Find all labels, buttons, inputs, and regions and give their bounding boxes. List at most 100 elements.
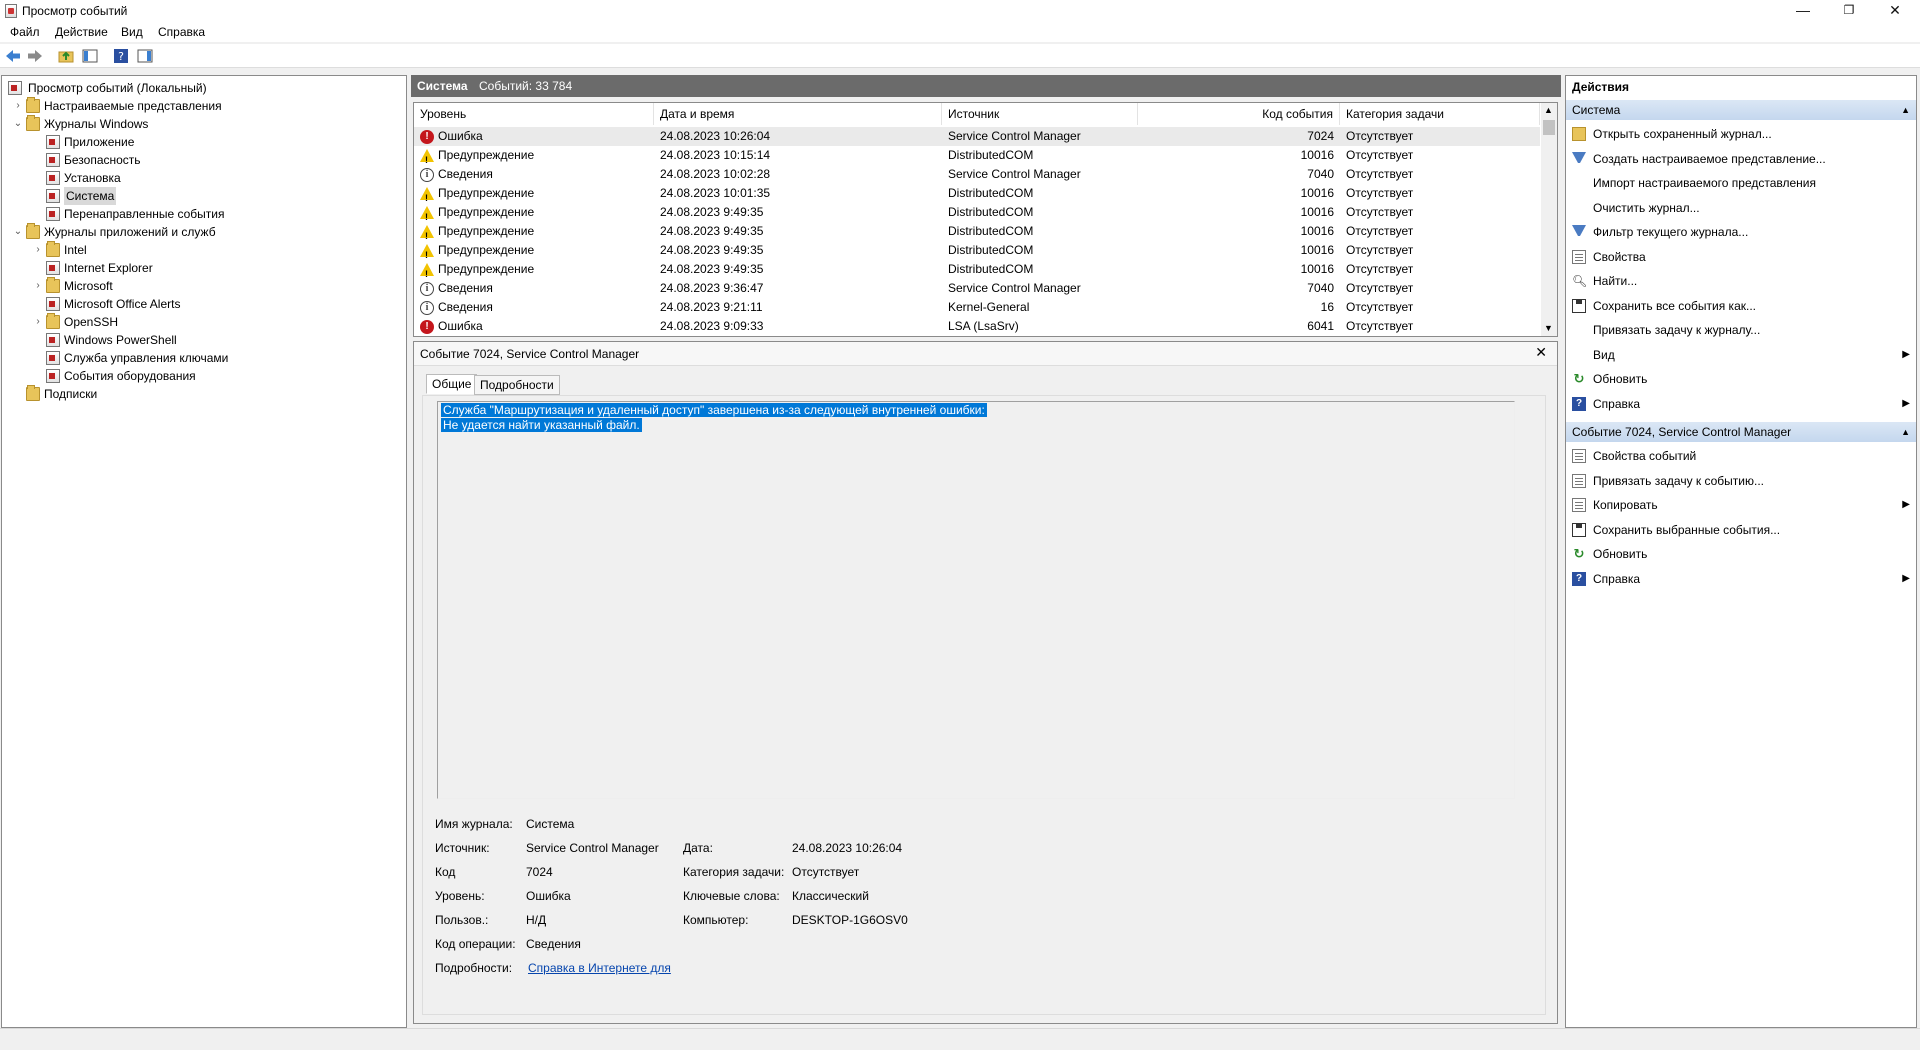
action-item-label: Импорт настраиваемого представления xyxy=(1593,176,1816,190)
event-code: 10016 xyxy=(1300,224,1334,238)
event-row[interactable]: ! Предупреждение 24.08.2023 10:15:14 Distri… xyxy=(414,146,1540,165)
event-row[interactable]: ! Предупреждение 24.08.2023 10:01:35 Distri… xyxy=(414,184,1540,203)
action-item[interactable]: Открыть сохраненный журнал... xyxy=(1566,124,1916,144)
event-row[interactable]: ! Предупреждение 24.08.2023 9:49:35 Distrib… xyxy=(414,222,1540,241)
event-level: Ошибка xyxy=(438,129,483,143)
tree-item[interactable]: События оборудования xyxy=(32,367,382,385)
tree-item[interactable]: Подписки xyxy=(12,385,382,403)
menu-action[interactable]: Действие xyxy=(55,25,108,39)
col-level[interactable]: Уровень xyxy=(414,103,654,125)
tree-item[interactable]: › OpenSSH xyxy=(32,313,382,331)
chevron-down-icon[interactable]: ⌄ xyxy=(12,223,24,241)
action-item-label: Привязать задачу к журналу... xyxy=(1593,323,1761,337)
event-row[interactable]: ! Ошибка 24.08.2023 9:09:33 LSA (LsaSrv) 604… xyxy=(414,317,1540,336)
action-item[interactable]: Привязать задачу к событию... xyxy=(1566,471,1916,491)
tree-item[interactable]: Internet Explorer xyxy=(32,259,382,277)
tree-item[interactable]: Служба управления ключами xyxy=(32,349,382,367)
events-scrollbar[interactable]: ▲ ▼ xyxy=(1541,103,1557,336)
collapse-section-icon[interactable]: ▲ xyxy=(1901,100,1910,120)
restore-button[interactable]: ❐ xyxy=(1826,0,1872,22)
tree-item[interactable]: Установка xyxy=(32,169,382,187)
folder-icon xyxy=(26,223,40,239)
event-row[interactable]: ! Предупреждение 24.08.2023 9:49:35 Distrib… xyxy=(414,260,1540,279)
col-datetime[interactable]: Дата и время xyxy=(654,103,942,125)
menu-help[interactable]: Справка xyxy=(158,25,205,39)
action-item[interactable]: Копировать ▶ xyxy=(1566,495,1916,515)
event-message-box[interactable]: Служба "Маршрутизация и удаленный доступ… xyxy=(437,401,1515,799)
event-row[interactable]: i Сведения 24.08.2023 10:02:28 Service Cont… xyxy=(414,165,1540,184)
event-level: Сведения xyxy=(438,281,493,295)
action-item[interactable]: ? Справка ▶ xyxy=(1566,394,1916,414)
save-icon xyxy=(1572,522,1586,537)
back-arrow-icon[interactable] xyxy=(5,48,21,64)
scrollbar-thumb[interactable] xyxy=(1543,120,1555,135)
tree-item[interactable]: Безопасность xyxy=(32,151,382,169)
close-window-button[interactable]: ✕ xyxy=(1872,0,1918,22)
chevron-right-icon[interactable]: › xyxy=(32,241,44,259)
action-item[interactable]: Вид ▶ xyxy=(1566,345,1916,365)
tree-item[interactable]: Приложение xyxy=(32,133,382,151)
date-label: Дата: xyxy=(683,841,713,855)
col-event-id[interactable]: Код события xyxy=(1138,103,1340,125)
tree-item[interactable]: › Microsoft xyxy=(32,277,382,295)
action-item[interactable]: Импорт настраиваемого представления xyxy=(1566,173,1916,193)
action-item[interactable]: Свойства xyxy=(1566,247,1916,267)
tree-item[interactable]: › Настраиваемые представления xyxy=(12,97,382,115)
menu-file[interactable]: Файл xyxy=(10,25,40,39)
help-icon[interactable]: ? xyxy=(113,48,129,64)
chevron-down-icon[interactable]: ⌄ xyxy=(12,115,24,133)
tree-item[interactable]: ⌄ Журналы Windows xyxy=(12,115,382,133)
action-item[interactable]: Сохранить выбранные события... xyxy=(1566,520,1916,540)
keywords-label: Ключевые слова: xyxy=(683,889,780,903)
tree-item[interactable]: Система xyxy=(32,187,382,205)
chevron-right-icon[interactable]: › xyxy=(32,277,44,295)
online-help-link[interactable]: Справка в Интернете для xyxy=(528,961,671,975)
forward-arrow-icon[interactable] xyxy=(27,48,43,64)
tree-item[interactable]: Microsoft Office Alerts xyxy=(32,295,382,313)
event-row[interactable]: i Сведения 24.08.2023 9:21:11 Kernel-Genera… xyxy=(414,298,1540,317)
col-source[interactable]: Источник xyxy=(942,103,1138,125)
chevron-right-icon[interactable]: › xyxy=(12,97,24,115)
menu-view[interactable]: Вид xyxy=(121,25,143,39)
collapse-section-icon[interactable]: ▲ xyxy=(1901,422,1910,442)
up-folder-icon[interactable] xyxy=(58,48,74,64)
event-category: Отсутствует xyxy=(1346,262,1414,276)
tree-root[interactable]: Просмотр событий (Локальный) xyxy=(6,79,396,97)
event-row[interactable]: ! Предупреждение 24.08.2023 9:49:35 Distrib… xyxy=(414,203,1540,222)
folder-icon xyxy=(26,97,40,113)
tree-item[interactable]: Перенаправленные события xyxy=(32,205,382,223)
actions-section-event[interactable]: Событие 7024, Service Control Manager ▲ xyxy=(1566,422,1916,442)
action-item[interactable]: Сохранить все события как... xyxy=(1566,296,1916,316)
show-hide-tree-icon[interactable] xyxy=(82,48,98,64)
chevron-right-icon[interactable]: › xyxy=(32,313,44,331)
task-category-label: Категория задачи: xyxy=(683,865,785,879)
minimize-button[interactable]: — xyxy=(1780,0,1826,22)
col-task-category[interactable]: Категория задачи xyxy=(1340,103,1540,125)
scroll-up-icon[interactable]: ▲ xyxy=(1544,105,1553,115)
actions-section-system[interactable]: Система ▲ xyxy=(1566,100,1916,120)
tree-item[interactable]: › Intel xyxy=(32,241,382,259)
action-item[interactable]: Создать настраиваемое представление... xyxy=(1566,149,1916,169)
close-details-icon[interactable]: ✕ xyxy=(1535,344,1547,361)
event-category: Отсутствует xyxy=(1346,205,1414,219)
action-item[interactable]: ↻ Обновить xyxy=(1566,369,1916,389)
event-row[interactable]: ! Ошибка 24.08.2023 10:26:04 Service Contro… xyxy=(414,127,1540,146)
tree-item[interactable]: ⌄ Журналы приложений и служб xyxy=(12,223,382,241)
action-item[interactable]: 🔍︎ Найти... xyxy=(1566,271,1916,291)
event-row[interactable]: ! Предупреждение 24.08.2023 9:49:35 Distrib… xyxy=(414,241,1540,260)
action-item[interactable]: Фильтр текущего журнала... xyxy=(1566,222,1916,242)
tree-item[interactable]: Windows PowerShell xyxy=(32,331,382,349)
action-item[interactable]: ↻ Обновить xyxy=(1566,544,1916,564)
action-item[interactable]: Привязать задачу к журналу... xyxy=(1566,320,1916,340)
action-item[interactable]: Очистить журнал... xyxy=(1566,198,1916,218)
tab-general[interactable]: Общие xyxy=(426,374,478,394)
action-item[interactable]: ? Справка ▶ xyxy=(1566,569,1916,589)
show-hide-action-pane-icon[interactable] xyxy=(137,48,153,64)
action-item[interactable]: Свойства событий xyxy=(1566,446,1916,466)
tab-details[interactable]: Подробности xyxy=(474,375,560,395)
folder-icon xyxy=(46,277,60,293)
event-code: 10016 xyxy=(1300,148,1334,162)
scroll-down-icon[interactable]: ▼ xyxy=(1544,323,1553,333)
log-name-label: Имя журнала: xyxy=(435,817,513,831)
event-row[interactable]: i Сведения 24.08.2023 9:36:47 Service Contr… xyxy=(414,279,1540,298)
